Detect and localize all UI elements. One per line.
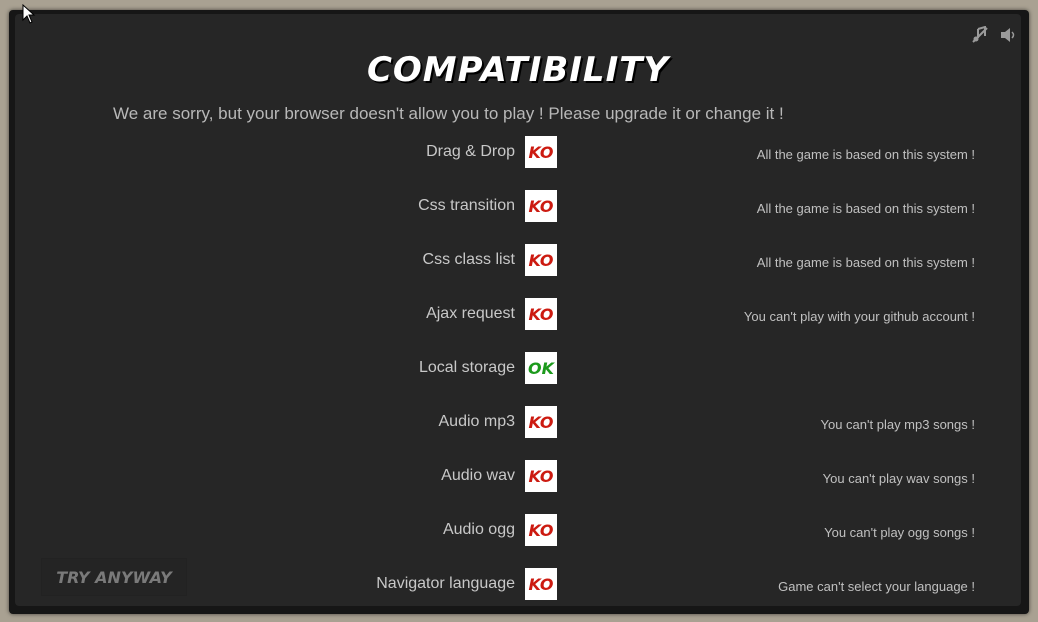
feature-check: Audio mp3 KO xyxy=(438,406,557,438)
speaker-icon[interactable] xyxy=(999,26,1017,44)
feature-note: All the game is based on this system ! xyxy=(756,201,975,216)
feature-note: All the game is based on this system ! xyxy=(756,147,975,162)
game-frame: COMPATIBILITY We are sorry, but your bro… xyxy=(9,10,1029,614)
music-off-icon[interactable] xyxy=(971,26,989,44)
status-badge: KO xyxy=(525,514,557,546)
feature-row: Css transition KO All the game is based on… xyxy=(15,186,1021,240)
feature-row: Ajax request KO You can't play with your g… xyxy=(15,294,1021,348)
audio-controls xyxy=(971,26,1017,44)
feature-check: Drag & Drop KO xyxy=(426,136,557,168)
feature-label: Audio ogg xyxy=(442,521,515,538)
page-title: COMPATIBILITY xyxy=(366,50,670,90)
feature-label: Audio mp3 xyxy=(438,413,516,430)
feature-label: Local storage xyxy=(418,359,515,376)
feature-label: Ajax request xyxy=(426,305,515,322)
status-badge: KO xyxy=(525,136,557,168)
feature-label: Css transition xyxy=(418,197,515,214)
feature-row: Local storage OK xyxy=(15,348,1021,402)
feature-row: Audio mp3 KO You can't play mp3 songs ! xyxy=(15,402,1021,456)
status-badge: OK xyxy=(525,352,557,384)
feature-label: Css class list xyxy=(422,251,515,268)
feature-check: Navigator language KO xyxy=(376,568,557,600)
feature-check: Audio ogg KO xyxy=(443,514,557,546)
feature-row: Audio ogg KO You can't play ogg songs ! xyxy=(15,510,1021,564)
compatibility-panel: COMPATIBILITY We are sorry, but your bro… xyxy=(15,14,1021,606)
feature-check: Css class list KO xyxy=(423,244,557,276)
status-badge: KO xyxy=(525,568,557,600)
feature-check: Audio wav KO xyxy=(441,460,557,492)
mouse-pointer-icon xyxy=(22,4,36,24)
status-badge: KO xyxy=(525,190,557,222)
status-badge: KO xyxy=(525,244,557,276)
feature-check: Local storage OK xyxy=(419,352,557,384)
try-anyway-button[interactable]: TRY ANYWAY xyxy=(41,558,187,596)
feature-row: Css class list KO All the game is based on… xyxy=(15,240,1021,294)
feature-note: You can't play ogg songs ! xyxy=(824,525,975,540)
feature-row: Drag & Drop KO All the game is based on th… xyxy=(15,132,1021,186)
status-badge: KO xyxy=(525,460,557,492)
feature-note: You can't play mp3 songs ! xyxy=(820,417,976,432)
feature-label: Audio wav xyxy=(441,467,515,484)
feature-label: Navigator language xyxy=(376,575,515,592)
status-badge: KO xyxy=(525,406,557,438)
feature-note: Game can't select your language ! xyxy=(778,579,975,594)
feature-note: You can't play with your github account … xyxy=(743,309,975,324)
status-badge: KO xyxy=(525,298,557,330)
feature-note: You can't play wav songs ! xyxy=(822,471,975,486)
feature-label: Drag & Drop xyxy=(426,143,515,160)
incompatibility-message: We are sorry, but your browser doesn't a… xyxy=(113,104,784,123)
feature-check: Css transition KO xyxy=(418,190,557,222)
feature-row: Audio wav KO You can't play wav songs ! xyxy=(15,456,1021,510)
feature-check: Ajax request KO xyxy=(426,298,557,330)
feature-note: All the game is based on this system ! xyxy=(756,255,975,270)
